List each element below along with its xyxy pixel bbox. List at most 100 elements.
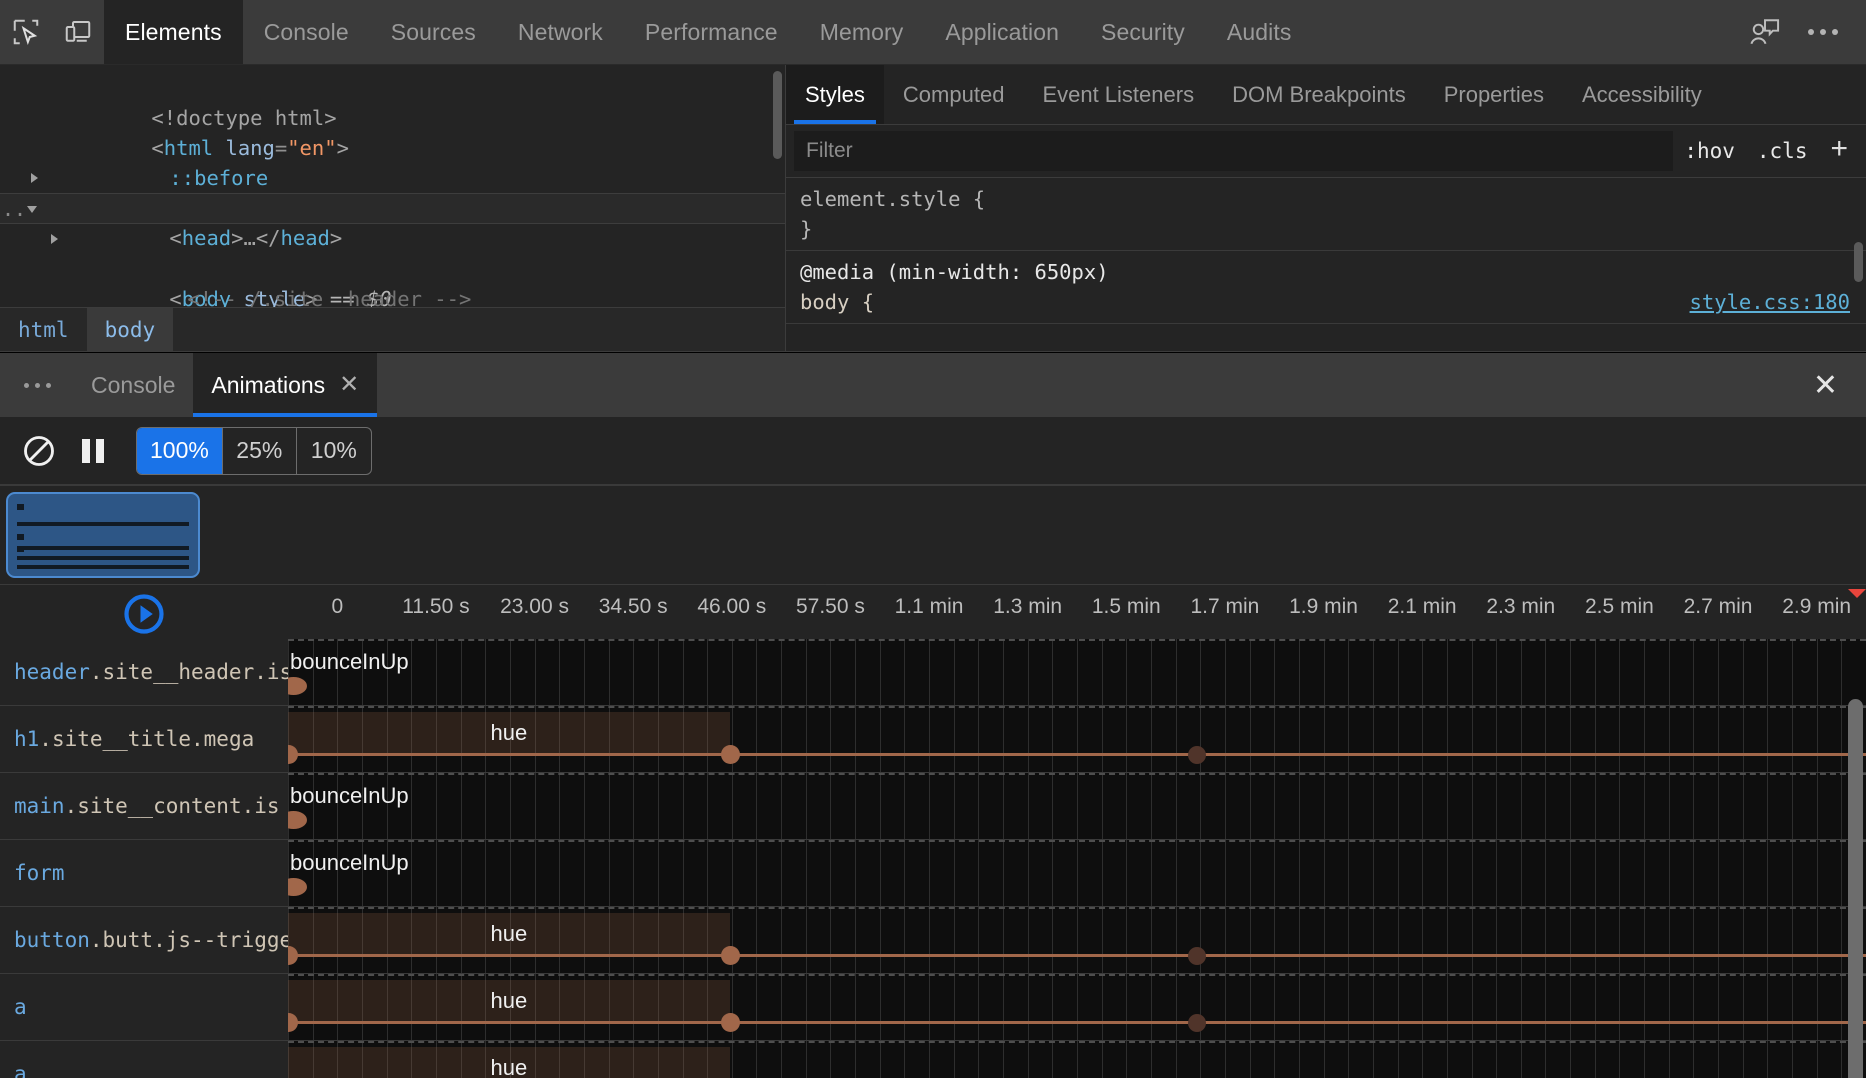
ruler-tick-8: 1.5 min (1092, 595, 1161, 619)
animation-duration-bar[interactable]: hue (288, 712, 730, 754)
animation-iteration-handle[interactable] (1188, 947, 1206, 965)
tab-properties[interactable]: Properties (1425, 65, 1563, 124)
animation-row-label[interactable]: button.butt.js--trigge (0, 907, 288, 973)
tab-computed[interactable]: Computed (884, 65, 1024, 124)
breadcrumb-item-html[interactable]: html (0, 308, 87, 351)
tab-event-listeners[interactable]: Event Listeners (1023, 65, 1213, 124)
device-toolbar-icon[interactable] (52, 0, 104, 64)
dom-tree[interactable]: <!doctype html> <html lang="en"> ::befor… (0, 65, 785, 307)
timeline-gridline (1619, 1041, 1620, 1078)
speed-100-button[interactable]: 100% (137, 428, 223, 474)
dom-line-head[interactable]: <head>…</head> (0, 163, 785, 193)
tab-application[interactable]: Application (924, 0, 1080, 64)
tab-console[interactable]: Console (243, 0, 370, 64)
toggle-element-state-button[interactable]: :hov (1673, 139, 1746, 163)
dom-line-before-pseudo[interactable]: ::before (0, 133, 785, 163)
timeline-gridline (1669, 1041, 1670, 1078)
animation-iteration-handle[interactable] (1188, 746, 1206, 764)
tab-memory[interactable]: Memory (799, 0, 925, 64)
collapse-body-triangle-icon[interactable] (22, 194, 42, 224)
tab-elements[interactable]: Elements (104, 0, 243, 64)
animation-row[interactable]: formbounceInUp (0, 840, 1866, 907)
dom-line-doctype[interactable]: <!doctype html> (0, 73, 785, 103)
timeline-gridline (954, 1041, 955, 1078)
animation-row-label[interactable]: main.site__content.is (0, 773, 288, 839)
animation-end-handle[interactable] (721, 745, 740, 764)
tab-sources[interactable]: Sources (370, 0, 497, 64)
expand-header-triangle-icon[interactable] (44, 224, 64, 254)
expand-head-triangle-icon[interactable] (24, 163, 44, 193)
feedback-person-icon[interactable] (1736, 16, 1794, 48)
timeline-gridline (1274, 840, 1275, 906)
animation-end-handle[interactable] (721, 946, 740, 965)
animation-row-label[interactable]: header.site__header.is (0, 639, 288, 705)
animation-row[interactable]: main.site__content.isbounceInUp (0, 773, 1866, 840)
tab-audits[interactable]: Audits (1206, 0, 1313, 64)
style-source-link[interactable]: style.css:180 (1690, 287, 1850, 317)
animation-dashed-divider (288, 840, 1866, 842)
timeline-vertical-scrollbar[interactable] (1848, 699, 1863, 1078)
close-drawer-icon[interactable]: ✕ (1785, 353, 1866, 417)
animation-short-handle[interactable] (288, 677, 307, 695)
replay-icon[interactable] (123, 593, 165, 635)
animation-row-track[interactable] (288, 773, 1866, 839)
element-classes-button[interactable]: .cls (1746, 139, 1819, 163)
tab-performance[interactable]: Performance (624, 0, 799, 64)
animation-row[interactable]: header.site__header.isbounceInUp (0, 639, 1866, 706)
speed-25-button[interactable]: 25% (223, 428, 297, 474)
animation-row-track[interactable]: hue (288, 706, 1866, 772)
animation-row-label[interactable]: a (0, 1041, 288, 1078)
dom-line-comment[interactable]: <!-- /.site__header --> (0, 254, 785, 284)
animation-row-label[interactable]: form (0, 840, 288, 906)
dom-line-header[interactable]: <header class="site__header island">…</h… (0, 224, 785, 254)
tab-dom-breakpoints[interactable]: DOM Breakpoints (1213, 65, 1425, 124)
speed-10-button[interactable]: 10% (297, 428, 371, 474)
styles-vertical-scrollbar[interactable] (1854, 242, 1863, 282)
animation-row-label[interactable]: a (0, 974, 288, 1040)
clear-all-icon[interactable] (12, 424, 66, 478)
rule-body-media[interactable]: @media (min-width: 650px) body { style.c… (786, 251, 1866, 324)
more-options-icon[interactable] (1794, 29, 1852, 35)
dom-line-html[interactable]: <html lang="en"> (0, 103, 785, 133)
animation-row-track[interactable]: hue (288, 974, 1866, 1040)
tab-network[interactable]: Network (497, 0, 624, 64)
dom-line-body[interactable]: .. <body style> == $0 (0, 193, 785, 224)
inspect-cursor-icon[interactable] (0, 0, 52, 64)
timeline-gridline (1225, 773, 1226, 839)
timeline-ruler-track[interactable]: 011.50 s23.00 s34.50 s46.00 s57.50 s1.1 … (288, 585, 1866, 639)
animation-duration-bar[interactable]: hue (288, 1047, 730, 1078)
animation-row-track[interactable] (288, 840, 1866, 906)
rule-element-style[interactable]: element.style { } (786, 178, 1866, 251)
breadcrumb-item-body[interactable]: body (87, 308, 174, 351)
animation-short-handle[interactable] (288, 878, 307, 896)
timeline-gridline (806, 974, 807, 1040)
animation-row-track[interactable]: hue (288, 907, 1866, 973)
pause-icon[interactable] (66, 424, 120, 478)
animation-duration-bar[interactable]: hue (288, 913, 730, 955)
animation-iteration-handle[interactable] (1188, 1014, 1206, 1032)
timeline-gridline (485, 840, 486, 906)
animation-short-handle[interactable] (288, 811, 307, 829)
animation-row[interactable]: h1.site__title.megahue (0, 706, 1866, 773)
timeline-gridline (1373, 706, 1374, 772)
tab-accessibility[interactable]: Accessibility (1563, 65, 1721, 124)
animation-row[interactable]: button.butt.js--triggehue (0, 907, 1866, 974)
animation-duration-bar[interactable]: hue (288, 980, 730, 1022)
timeline-gridline (1250, 1041, 1251, 1078)
drawer-tab-animations[interactable]: Animations ✕ (193, 353, 377, 417)
animation-row-track[interactable]: hue (288, 1041, 1866, 1078)
animation-group-preview[interactable] (6, 492, 200, 578)
close-animations-tab-icon[interactable]: ✕ (339, 373, 359, 397)
animation-end-handle[interactable] (721, 1013, 740, 1032)
animation-row[interactable]: ahue (0, 1041, 1866, 1078)
animation-row[interactable]: ahue (0, 974, 1866, 1041)
dom-vertical-scrollbar[interactable] (773, 71, 782, 159)
drawer-tab-console[interactable]: Console (73, 353, 193, 417)
new-style-rule-button[interactable]: + (1818, 134, 1860, 168)
animation-row-label[interactable]: h1.site__title.mega (0, 706, 288, 772)
tab-security[interactable]: Security (1080, 0, 1206, 64)
animation-row-track[interactable] (288, 639, 1866, 705)
styles-filter-input[interactable] (794, 131, 1673, 171)
tab-styles[interactable]: Styles (786, 65, 884, 124)
more-tabs-icon[interactable] (0, 353, 73, 417)
